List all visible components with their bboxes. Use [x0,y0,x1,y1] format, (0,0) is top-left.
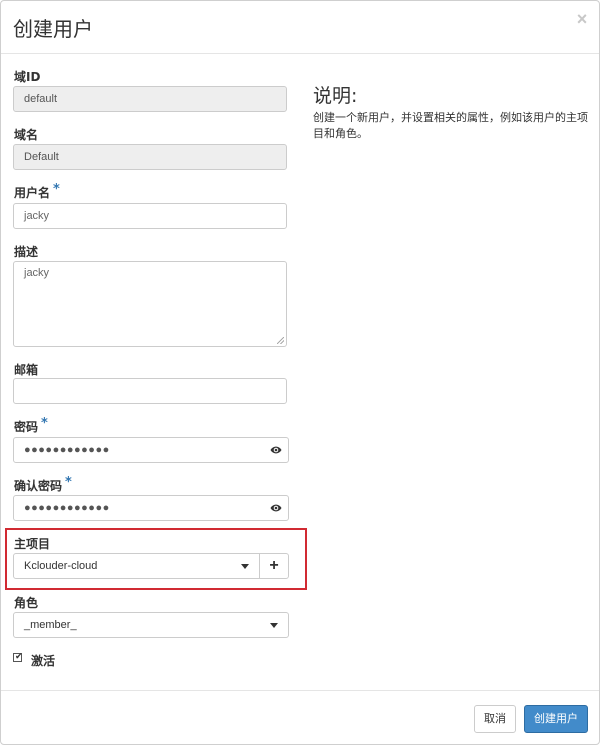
required-mark: * [53,182,60,197]
password-label: 密码 * [14,416,48,435]
help-title: 说明: [313,85,358,107]
create-user-button[interactable]: 创建用户 [524,705,588,733]
eye-icon[interactable] [270,445,282,455]
cancel-button[interactable]: 取消 [474,705,516,733]
role-value: _member_ [24,619,77,631]
primary-project-select-group: Kclouder-cloud + [13,553,289,579]
password-label-text: 密码 [14,420,39,434]
description-text: jacky [24,267,50,279]
confirm-password-label: 确认密码 * [14,475,72,494]
username-label-text: 用户名 [14,186,51,200]
primary-project-value: Kclouder-cloud [24,560,98,572]
help-text: 创建一个新用户，并设置相关的属性，例如该用户的主项目和角色。 [313,111,588,140]
required-mark: * [41,416,48,431]
description-textarea[interactable]: jacky [13,261,287,347]
modal-footer: 取消 创建用户 [1,690,599,745]
required-mark: * [65,475,72,490]
role-select[interactable]: _member_ [13,612,289,638]
username-label: 用户名 * [14,182,60,201]
domain-id-label: 域ID [14,70,41,84]
domain-name-field: Default [13,144,287,170]
check-icon: ✔ [15,651,23,661]
add-project-button[interactable]: + [259,554,288,578]
domain-id-field: default [13,86,287,112]
role-label: 角色 [14,596,39,610]
description-label: 描述 [14,245,39,259]
confirm-password-value: ●●●●●●●●●●●● [24,502,110,514]
email-label: 邮箱 [14,363,39,377]
primary-project-label: 主项目 [14,537,51,551]
eye-icon[interactable] [270,503,282,513]
password-input[interactable]: ●●●●●●●●●●●● [13,437,289,463]
enabled-checkbox[interactable]: ✔ [13,651,23,662]
email-input[interactable] [13,378,287,404]
create-user-modal: 创建用户 × 域ID default 域名 Default 用户名 * jacky… [0,0,600,745]
resize-grip-icon[interactable] [277,337,284,344]
enabled-label: 激活 [31,654,56,668]
confirm-password-label-text: 确认密码 [14,479,63,493]
chevron-down-icon [270,623,278,628]
close-icon[interactable]: × [574,9,590,29]
primary-project-select[interactable]: Kclouder-cloud [14,554,259,578]
modal-header: 创建用户 × [1,1,599,54]
username-input[interactable]: jacky [13,203,287,229]
plus-icon: + [269,557,279,574]
modal-title: 创建用户 [13,17,93,41]
chevron-down-icon [241,564,249,569]
domain-name-label: 域名 [14,128,39,142]
password-value: ●●●●●●●●●●●● [24,444,110,456]
confirm-password-input[interactable]: ●●●●●●●●●●●● [13,495,289,521]
